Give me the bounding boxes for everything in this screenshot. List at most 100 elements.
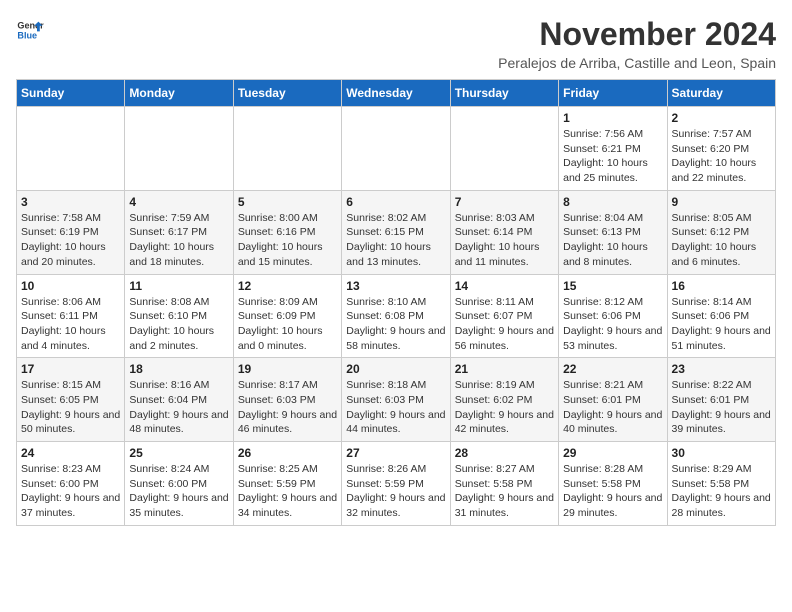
day-number: 30 xyxy=(672,446,771,460)
table-row: 15 Sunrise: 8:12 AM Sunset: 6:06 PM Dayli… xyxy=(559,274,667,358)
day-info: Sunrise: 8:28 AM Sunset: 5:58 PM Dayligh… xyxy=(563,462,662,521)
calendar-week-4: 17 Sunrise: 8:15 AM Sunset: 6:05 PM Dayli… xyxy=(17,358,776,442)
table-row: 24 Sunrise: 8:23 AM Sunset: 6:00 PM Dayli… xyxy=(17,442,125,526)
day-info: Sunrise: 8:14 AM Sunset: 6:06 PM Dayligh… xyxy=(672,295,771,354)
svg-text:Blue: Blue xyxy=(17,30,37,40)
day-number: 20 xyxy=(346,362,445,376)
day-number: 10 xyxy=(21,279,120,293)
col-friday: Friday xyxy=(559,80,667,107)
day-number: 26 xyxy=(238,446,337,460)
col-saturday: Saturday xyxy=(667,80,775,107)
table-row: 5 Sunrise: 8:00 AM Sunset: 6:16 PM Daylig… xyxy=(233,190,341,274)
col-wednesday: Wednesday xyxy=(342,80,450,107)
table-row: 1Sunrise: 7:56 AM Sunset: 6:21 PM Daylig… xyxy=(559,107,667,191)
calendar-week-1: 1Sunrise: 7:56 AM Sunset: 6:21 PM Daylig… xyxy=(17,107,776,191)
day-number: 21 xyxy=(455,362,554,376)
title-area: November 2024 Peralejos de Arriba, Casti… xyxy=(498,16,776,71)
day-number: 24 xyxy=(21,446,120,460)
table-row xyxy=(233,107,341,191)
day-info: Sunrise: 8:00 AM Sunset: 6:16 PM Dayligh… xyxy=(238,211,337,270)
table-row: 7 Sunrise: 8:03 AM Sunset: 6:14 PM Daylig… xyxy=(450,190,558,274)
table-row: 22 Sunrise: 8:21 AM Sunset: 6:01 PM Dayli… xyxy=(559,358,667,442)
day-info: Sunrise: 8:21 AM Sunset: 6:01 PM Dayligh… xyxy=(563,378,662,437)
day-info: Sunrise: 8:10 AM Sunset: 6:08 PM Dayligh… xyxy=(346,295,445,354)
table-row: 23Sunrise: 8:22 AM Sunset: 6:01 PM Dayli… xyxy=(667,358,775,442)
day-number: 11 xyxy=(129,279,228,293)
day-number: 29 xyxy=(563,446,662,460)
calendar-week-2: 3 Sunrise: 7:58 AM Sunset: 6:19 PM Daylig… xyxy=(17,190,776,274)
table-row: 13 Sunrise: 8:10 AM Sunset: 6:08 PM Dayli… xyxy=(342,274,450,358)
day-info: Sunrise: 8:17 AM Sunset: 6:03 PM Dayligh… xyxy=(238,378,337,437)
day-number: 1 xyxy=(563,111,662,125)
day-number: 7 xyxy=(455,195,554,209)
day-number: 18 xyxy=(129,362,228,376)
day-number: 16 xyxy=(672,279,771,293)
day-number: 6 xyxy=(346,195,445,209)
page-header: General Blue November 2024 Peralejos de … xyxy=(16,16,776,71)
day-info: Sunrise: 7:57 AM Sunset: 6:20 PM Dayligh… xyxy=(672,127,771,186)
day-info: Sunrise: 7:58 AM Sunset: 6:19 PM Dayligh… xyxy=(21,211,120,270)
day-info: Sunrise: 7:59 AM Sunset: 6:17 PM Dayligh… xyxy=(129,211,228,270)
calendar-week-3: 10Sunrise: 8:06 AM Sunset: 6:11 PM Dayli… xyxy=(17,274,776,358)
col-monday: Monday xyxy=(125,80,233,107)
day-info: Sunrise: 8:08 AM Sunset: 6:10 PM Dayligh… xyxy=(129,295,228,354)
table-row: 6 Sunrise: 8:02 AM Sunset: 6:15 PM Daylig… xyxy=(342,190,450,274)
day-number: 12 xyxy=(238,279,337,293)
table-row xyxy=(125,107,233,191)
day-info: Sunrise: 8:22 AM Sunset: 6:01 PM Dayligh… xyxy=(672,378,771,437)
day-number: 2 xyxy=(672,111,771,125)
table-row: 17 Sunrise: 8:15 AM Sunset: 6:05 PM Dayli… xyxy=(17,358,125,442)
table-row: 11 Sunrise: 8:08 AM Sunset: 6:10 PM Dayli… xyxy=(125,274,233,358)
day-number: 8 xyxy=(563,195,662,209)
table-row: 8 Sunrise: 8:04 AM Sunset: 6:13 PM Daylig… xyxy=(559,190,667,274)
table-row: 21 Sunrise: 8:19 AM Sunset: 6:02 PM Dayli… xyxy=(450,358,558,442)
day-number: 3 xyxy=(21,195,120,209)
calendar-week-5: 24 Sunrise: 8:23 AM Sunset: 6:00 PM Dayli… xyxy=(17,442,776,526)
day-info: Sunrise: 8:19 AM Sunset: 6:02 PM Dayligh… xyxy=(455,378,554,437)
day-number: 4 xyxy=(129,195,228,209)
table-row: 14 Sunrise: 8:11 AM Sunset: 6:07 PM Dayli… xyxy=(450,274,558,358)
month-title: November 2024 xyxy=(498,16,776,53)
day-info: Sunrise: 8:11 AM Sunset: 6:07 PM Dayligh… xyxy=(455,295,554,354)
day-info: Sunrise: 8:18 AM Sunset: 6:03 PM Dayligh… xyxy=(346,378,445,437)
table-row: 3 Sunrise: 7:58 AM Sunset: 6:19 PM Daylig… xyxy=(17,190,125,274)
day-info: Sunrise: 8:26 AM Sunset: 5:59 PM Dayligh… xyxy=(346,462,445,521)
table-row: 12 Sunrise: 8:09 AM Sunset: 6:09 PM Dayli… xyxy=(233,274,341,358)
day-number: 17 xyxy=(21,362,120,376)
table-row xyxy=(450,107,558,191)
calendar-header-row: Sunday Monday Tuesday Wednesday Thursday… xyxy=(17,80,776,107)
day-info: Sunrise: 8:09 AM Sunset: 6:09 PM Dayligh… xyxy=(238,295,337,354)
col-tuesday: Tuesday xyxy=(233,80,341,107)
day-info: Sunrise: 8:29 AM Sunset: 5:58 PM Dayligh… xyxy=(672,462,771,521)
day-info: Sunrise: 8:05 AM Sunset: 6:12 PM Dayligh… xyxy=(672,211,771,270)
day-info: Sunrise: 8:04 AM Sunset: 6:13 PM Dayligh… xyxy=(563,211,662,270)
day-number: 14 xyxy=(455,279,554,293)
table-row: 25 Sunrise: 8:24 AM Sunset: 6:00 PM Dayli… xyxy=(125,442,233,526)
table-row: 4 Sunrise: 7:59 AM Sunset: 6:17 PM Daylig… xyxy=(125,190,233,274)
table-row: 26 Sunrise: 8:25 AM Sunset: 5:59 PM Dayli… xyxy=(233,442,341,526)
day-info: Sunrise: 8:12 AM Sunset: 6:06 PM Dayligh… xyxy=(563,295,662,354)
day-number: 13 xyxy=(346,279,445,293)
table-row: 2 Sunrise: 7:57 AM Sunset: 6:20 PM Daylig… xyxy=(667,107,775,191)
day-info: Sunrise: 8:27 AM Sunset: 5:58 PM Dayligh… xyxy=(455,462,554,521)
day-number: 5 xyxy=(238,195,337,209)
day-info: Sunrise: 8:15 AM Sunset: 6:05 PM Dayligh… xyxy=(21,378,120,437)
location-subtitle: Peralejos de Arriba, Castille and Leon, … xyxy=(498,55,776,71)
table-row: 19 Sunrise: 8:17 AM Sunset: 6:03 PM Dayli… xyxy=(233,358,341,442)
table-row: 18Sunrise: 8:16 AM Sunset: 6:04 PM Dayli… xyxy=(125,358,233,442)
day-info: Sunrise: 8:03 AM Sunset: 6:14 PM Dayligh… xyxy=(455,211,554,270)
day-info: Sunrise: 8:24 AM Sunset: 6:00 PM Dayligh… xyxy=(129,462,228,521)
day-info: Sunrise: 8:23 AM Sunset: 6:00 PM Dayligh… xyxy=(21,462,120,521)
table-row: 30 Sunrise: 8:29 AM Sunset: 5:58 PM Dayli… xyxy=(667,442,775,526)
day-info: Sunrise: 8:02 AM Sunset: 6:15 PM Dayligh… xyxy=(346,211,445,270)
day-info: Sunrise: 8:25 AM Sunset: 5:59 PM Dayligh… xyxy=(238,462,337,521)
table-row: 16 Sunrise: 8:14 AM Sunset: 6:06 PM Dayli… xyxy=(667,274,775,358)
day-number: 19 xyxy=(238,362,337,376)
day-number: 15 xyxy=(563,279,662,293)
col-sunday: Sunday xyxy=(17,80,125,107)
day-number: 22 xyxy=(563,362,662,376)
table-row: 10Sunrise: 8:06 AM Sunset: 6:11 PM Dayli… xyxy=(17,274,125,358)
day-number: 25 xyxy=(129,446,228,460)
day-number: 27 xyxy=(346,446,445,460)
table-row: 29 Sunrise: 8:28 AM Sunset: 5:58 PM Dayli… xyxy=(559,442,667,526)
